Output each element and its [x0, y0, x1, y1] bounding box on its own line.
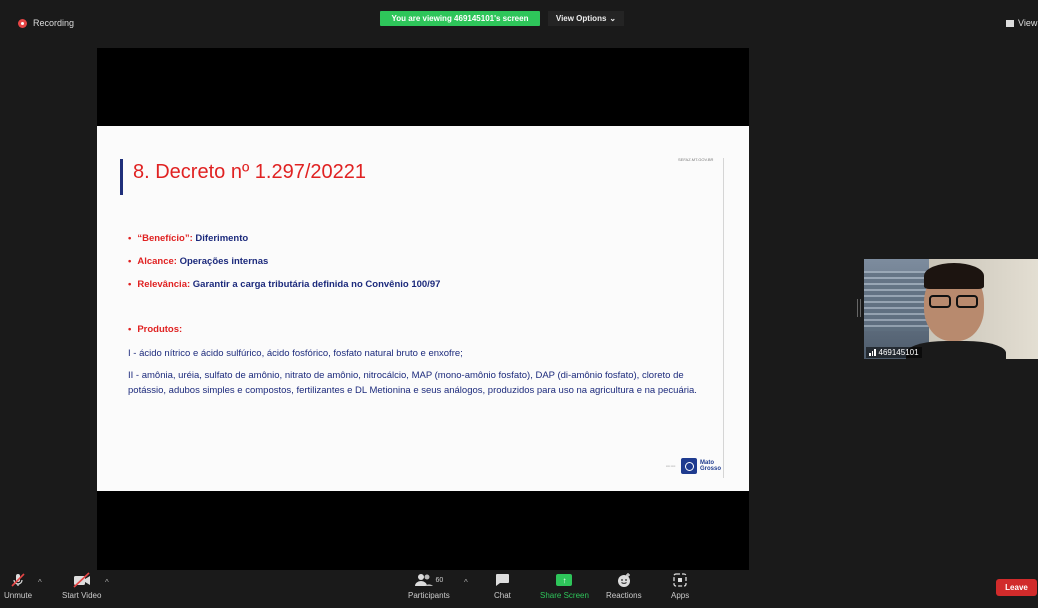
bullet-label: Alcance: — [137, 256, 177, 267]
apps-button[interactable]: Apps — [671, 572, 689, 600]
slide-title-accent-bar — [120, 159, 123, 195]
grid-view-icon — [1006, 19, 1014, 27]
participants-options-caret[interactable]: ^ — [464, 578, 468, 587]
video-background-blinds — [864, 271, 929, 331]
bullet-dot: • — [128, 324, 132, 335]
bullet-value: Operações internas — [179, 256, 269, 267]
view-options-label: View Options — [555, 14, 607, 23]
share-screen-button[interactable]: ↑ Share Screen — [540, 572, 589, 600]
logo-small-text: ▪▪▪▪ ▪▪▪▪ — [666, 463, 676, 468]
video-options-caret[interactable]: ^ — [105, 578, 109, 587]
smiley-plus-icon — [616, 572, 632, 588]
slide-divider — [723, 158, 724, 478]
leave-button[interactable]: Leave — [996, 579, 1037, 596]
slide-header-url: SEFAZ.MT.GOV.BR — [678, 157, 714, 162]
logo-text-grosso: Grosso — [700, 466, 722, 472]
apps-icon — [672, 572, 688, 588]
share-screen-icon: ↑ — [556, 574, 573, 586]
unmute-label: Unmute — [4, 591, 33, 600]
video-panel-drag-handle[interactable] — [857, 299, 861, 317]
participant-name-tag: 469145101 — [866, 347, 922, 358]
recording-label: Recording — [33, 18, 75, 28]
participant-name: 469145101 — [878, 348, 919, 357]
microphone-muted-icon — [10, 572, 26, 588]
bullet-dot: • — [128, 279, 132, 290]
bullet-beneficio: • “Benefício”: Diferimento — [128, 233, 248, 244]
video-off-icon — [72, 572, 92, 588]
reactions-button[interactable]: Reactions — [606, 572, 642, 600]
bullet-value: Garantir a carga tributária definida no … — [192, 279, 441, 290]
view-options-button[interactable]: View Options ⌄ — [548, 11, 624, 26]
viewing-banner: You are viewing 469145101's screen — [380, 11, 540, 26]
chat-button[interactable]: Chat — [494, 572, 511, 600]
unmute-button[interactable]: Unmute — [4, 572, 32, 600]
recording-indicator[interactable]: Recording — [18, 18, 74, 28]
participants-label: Participants — [408, 591, 450, 600]
share-screen-label: Share Screen — [540, 591, 589, 600]
bullet-produtos: • Produtos: — [128, 324, 182, 335]
participant-video-tile[interactable]: 469145101 — [864, 259, 1038, 359]
bullet-relevancia: • Relevância: Garantir a carga tributári… — [128, 279, 440, 290]
chevron-down-icon: ⌄ — [609, 14, 617, 23]
start-video-label: Start Video — [62, 591, 102, 600]
participants-count: 60 — [435, 576, 444, 584]
bullet-dot: • — [128, 233, 132, 244]
state-seal-icon — [681, 458, 697, 474]
bullet-alcance: • Alcance: Operações internas — [128, 256, 268, 267]
bullet-value: Diferimento — [195, 233, 249, 244]
mato-grosso-logo: ▪▪▪▪ ▪▪▪▪ Mato Grosso — [666, 458, 721, 474]
produtos-paragraph-1: I - ácido nítrico e ácido sulfúrico, áci… — [128, 348, 463, 359]
start-video-button[interactable]: Start Video — [62, 572, 101, 600]
apps-label: Apps — [671, 591, 690, 600]
participants-button[interactable]: 60 Participants — [408, 572, 450, 600]
slide-title: 8. Decreto nº 1.297/20221 — [133, 161, 367, 183]
participant-hair — [924, 263, 984, 289]
reactions-label: Reactions — [606, 591, 642, 600]
chat-label: Chat — [494, 591, 511, 600]
bullet-label: Relevância: — [137, 279, 191, 290]
view-button[interactable]: View — [1006, 18, 1037, 28]
signal-strength-icon — [869, 349, 876, 356]
produtos-label: Produtos: — [137, 324, 183, 335]
chat-icon — [494, 572, 510, 588]
glasses-right-lens — [956, 295, 978, 308]
produtos-paragraph-2: II - amônia, uréia, sulfato de amônio, n… — [128, 370, 697, 396]
view-label: View — [1018, 18, 1038, 28]
recording-icon — [18, 18, 27, 28]
glasses-left-lens — [929, 295, 951, 308]
audio-options-caret[interactable]: ^ — [38, 578, 42, 587]
participants-icon: 60 — [414, 572, 444, 588]
bullet-dot: • — [128, 256, 132, 267]
bullet-label: “Benefício”: — [137, 233, 193, 244]
